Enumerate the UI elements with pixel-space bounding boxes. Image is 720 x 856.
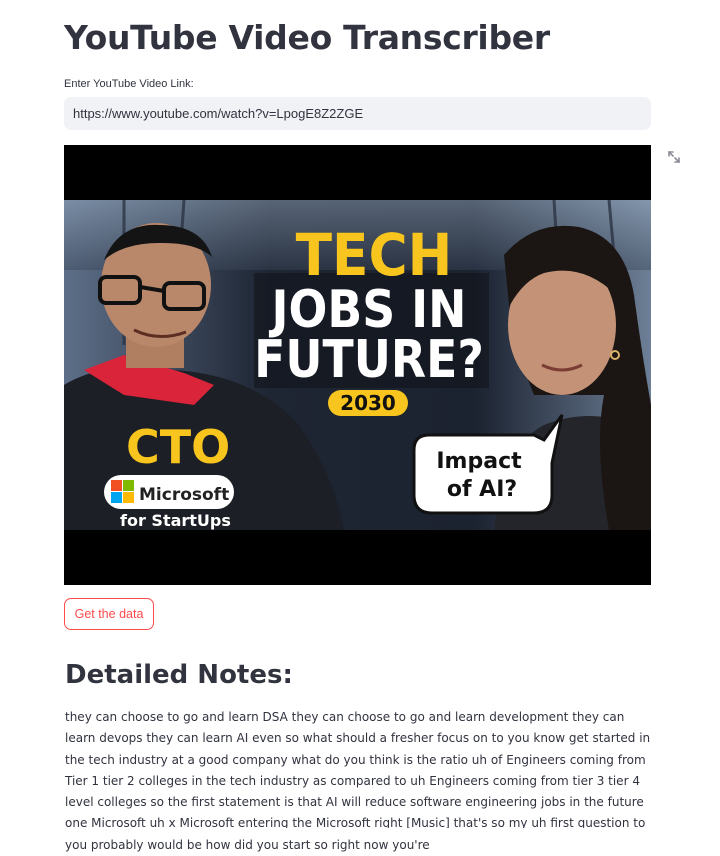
role-label: CTO bbox=[126, 420, 230, 474]
bubble-line2: of AI? bbox=[447, 477, 517, 502]
headline-future: FUTURE? bbox=[254, 329, 484, 390]
notes-heading: Detailed Notes: bbox=[65, 660, 293, 690]
page-bottom-edge bbox=[0, 828, 720, 832]
microsoft-text: Microsoft bbox=[139, 485, 229, 505]
video-thumbnail[interactable]: TECH JOBS IN FUTURE? 2030 CTO Microsoft … bbox=[64, 145, 651, 585]
year-badge-text: 2030 bbox=[340, 391, 396, 415]
get-data-button[interactable]: Get the data bbox=[64, 598, 154, 630]
notes-body: they can choose to go and learn DSA they… bbox=[65, 710, 651, 852]
bubble-line1: Impact bbox=[436, 449, 522, 474]
video-link-label: Enter YouTube Video Link: bbox=[64, 78, 194, 90]
fullscreen-expand-icon[interactable] bbox=[666, 149, 682, 165]
video-link-input[interactable] bbox=[64, 97, 651, 130]
page-title: YouTube Video Transcriber bbox=[64, 18, 550, 57]
startups-text: for StartUps bbox=[120, 511, 231, 530]
